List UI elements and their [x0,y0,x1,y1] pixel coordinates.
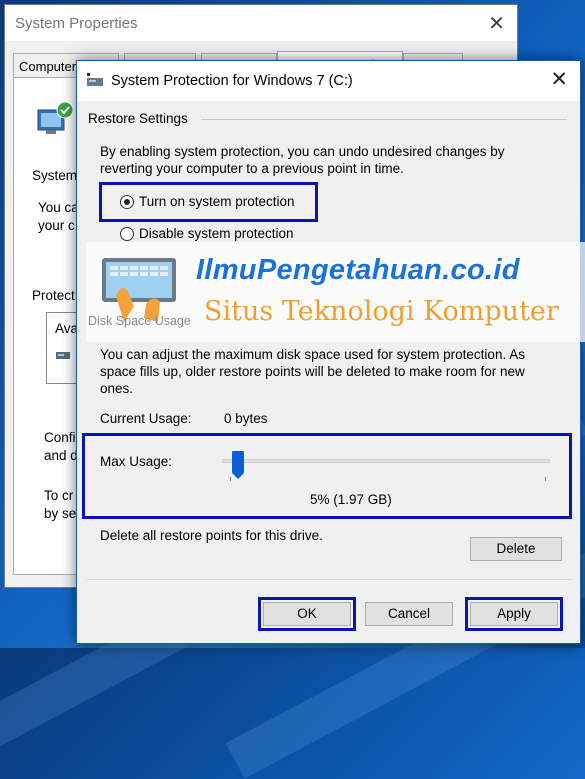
watermark-title: IlmuPengetahuan.co.id [196,254,520,286]
background-text: Confi [44,430,76,445]
cancel-button[interactable]: Cancel [365,602,453,626]
dialog-titlebar: System Protection for Windows 7 (C:) ✕ [77,61,580,101]
highlight-box [258,597,356,631]
drive-icon [56,352,70,359]
background-text: and d [44,448,78,463]
delete-description: Delete all restore points for this drive… [100,528,323,543]
radio-label: Disable system protection [139,226,294,241]
background-text: To cr [44,488,74,503]
watermark-banner: Disk Space Usage IlmuPengetahuan.co.id S… [86,242,585,342]
disk-space-usage-header: Disk Space Usage [88,314,191,328]
system-protection-dialog: System Protection for Windows 7 (C:) ✕ R… [76,60,581,644]
drive-icon [87,73,103,86]
dialog-title: System Protection for Windows 7 (C:) [111,73,353,89]
disk-space-description: You can adjust the maximum disk space us… [100,347,525,396]
restore-settings-description: By enabling system protection, you can u… [100,144,505,176]
background-text: your c [38,218,75,233]
highlight-box [99,182,318,222]
system-label: System [32,168,78,183]
protection-settings-label: Protect [32,288,75,303]
close-icon[interactable]: ✕ [550,67,568,92]
background-text: by se [44,506,77,521]
system-computer-icon [37,101,74,134]
button-divider [87,579,572,580]
current-usage-label: Current Usage: [100,411,192,426]
radio-disable-protection[interactable]: Disable system protection [120,226,294,241]
radio-unchecked-icon[interactable] [120,226,134,241]
delete-button[interactable]: Delete [470,537,562,561]
close-icon[interactable]: ✕ [488,11,505,36]
restore-settings-header: Restore Settings [88,111,188,126]
background-text: You ca [38,200,79,215]
group-divider [201,119,567,120]
highlight-box [465,597,563,631]
current-usage-value: 0 bytes [224,411,268,426]
system-properties-titlebar: System Properties ✕ [5,5,517,41]
system-properties-title: System Properties [15,15,138,32]
available-drives-header: Ava [55,321,79,336]
highlight-box [82,433,572,519]
watermark-subtitle: Situs Teknologi Komputer [204,296,559,327]
